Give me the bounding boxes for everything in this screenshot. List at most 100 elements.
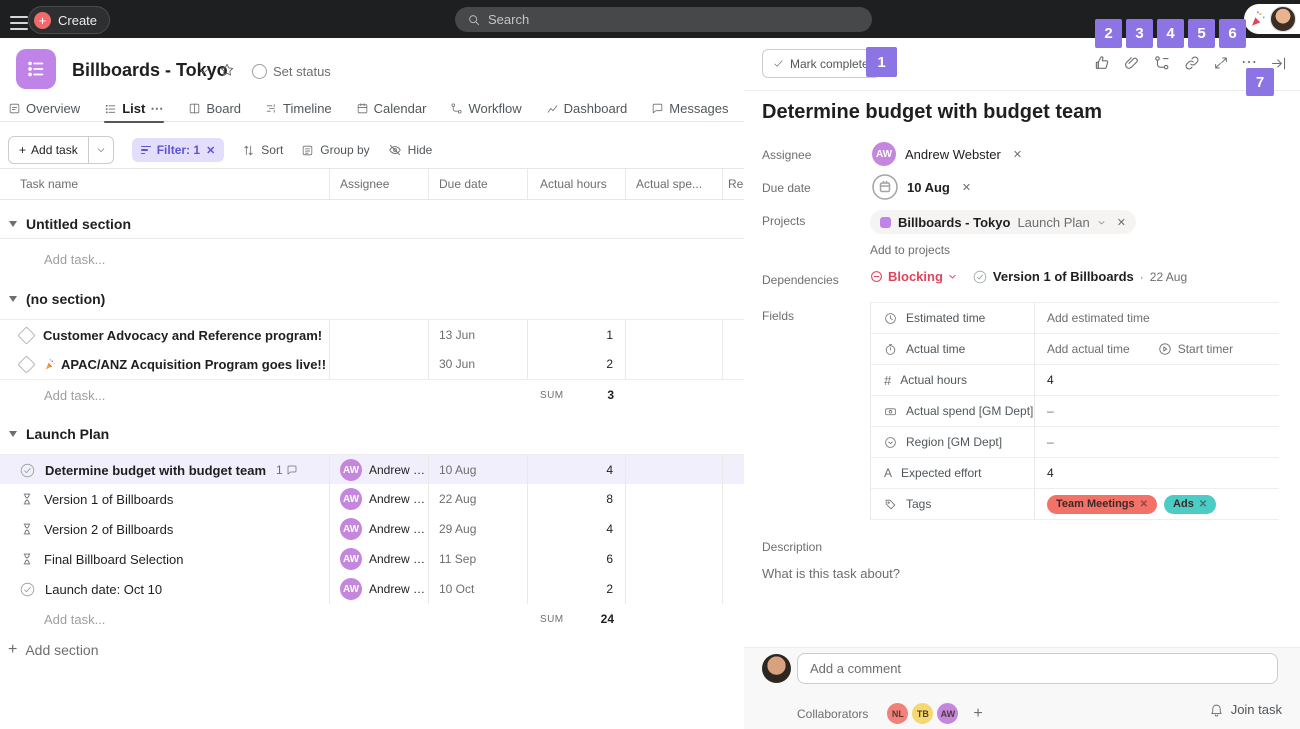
hourglass-icon[interactable] — [20, 522, 34, 536]
tab-calendar[interactable]: Calendar — [356, 96, 427, 122]
hide-button[interactable]: Hide — [388, 143, 433, 157]
due-date-cell[interactable]: 11 Sep — [429, 544, 528, 574]
add-collaborator-icon[interactable]: + — [973, 705, 982, 723]
tab-workflow[interactable]: Workflow — [450, 96, 521, 122]
remove-tag-icon[interactable]: ✕ — [1199, 499, 1207, 510]
actual-hours-cell[interactable]: 6 — [528, 544, 626, 574]
actual-hours-cell[interactable]: 1 — [528, 320, 626, 350]
task-title[interactable]: Determine budget with budget team — [762, 101, 1102, 124]
tab-overview[interactable]: Overview — [8, 96, 80, 122]
group-by-button[interactable]: Group by — [301, 143, 369, 157]
assignee-name[interactable]: Andrew We... — [369, 522, 428, 536]
tab-dashboard[interactable]: Dashboard — [546, 96, 628, 122]
blocking-dropdown[interactable]: Blocking — [870, 269, 957, 284]
section-header-launch-plan[interactable]: Launch Plan — [0, 419, 744, 449]
project-chip-name[interactable]: Billboards - Tokyo — [898, 215, 1010, 230]
section-header-untitled[interactable]: Untitled section — [0, 209, 744, 239]
due-date-cell[interactable]: 30 Jun — [429, 349, 528, 379]
task-row[interactable]: APAC/ANZ Acquisition Program goes live!!… — [0, 349, 744, 380]
actual-hours-cell[interactable]: 2 — [528, 349, 626, 379]
collaborator-avatar[interactable]: NL — [886, 702, 909, 725]
assignee-name[interactable]: Andrew We... — [369, 582, 428, 596]
user-menu[interactable] — [1244, 4, 1300, 34]
task-row-selected[interactable]: Determine budget with budget team 1 AWAn… — [0, 454, 744, 486]
task-row[interactable]: Final Billboard Selection AWAndrew We...… — [0, 544, 744, 575]
tab-more-icon[interactable]: ⋯ — [150, 101, 164, 117]
like-thumbs-up-icon[interactable] — [1093, 54, 1111, 72]
task-name[interactable]: Launch date: Oct 10 — [45, 582, 162, 597]
tab-timeline[interactable]: Timeline — [265, 96, 332, 122]
task-row[interactable]: Version 1 of Billboards AWAndrew We... 2… — [0, 484, 744, 515]
section-header-no-section[interactable]: (no section) — [0, 284, 744, 314]
column-header-assignee[interactable]: Assignee — [330, 169, 429, 199]
due-date-cell[interactable]: 10 Oct — [429, 574, 528, 604]
add-section-button[interactable]: + Add section — [8, 641, 99, 659]
task-row[interactable]: Version 2 of Billboards AWAndrew We... 2… — [0, 514, 744, 545]
set-status-button[interactable]: Set status — [252, 64, 331, 79]
field-value[interactable]: 4 — [1047, 373, 1054, 387]
mark-complete-button[interactable]: Mark complete — [762, 49, 880, 78]
star-icon[interactable] — [219, 62, 235, 78]
assignee-name[interactable]: Andrew We... — [369, 463, 428, 477]
attachment-paperclip-icon[interactable] — [1123, 54, 1141, 72]
remove-project-icon[interactable]: ✕ — [1117, 216, 1126, 229]
milestone-diamond-icon[interactable] — [17, 326, 35, 344]
task-name[interactable]: Determine budget with budget team — [45, 463, 266, 478]
project-section-select[interactable]: Launch Plan — [1017, 215, 1089, 230]
due-date-cell[interactable]: 10 Aug — [429, 455, 528, 485]
more-options-icon[interactable]: ⋯ — [1241, 58, 1258, 68]
field-row[interactable]: AExpected effort 4 — [871, 458, 1279, 489]
assignee-name[interactable]: Andrew Webster — [905, 147, 1001, 162]
assignee-name[interactable]: Andrew We... — [369, 492, 428, 506]
field-row[interactable]: Actual time Add actual time Start timer — [871, 334, 1279, 365]
add-to-projects-link[interactable]: Add to projects — [870, 243, 950, 257]
field-value[interactable]: – — [1047, 404, 1054, 418]
task-name[interactable]: Version 1 of Billboards — [44, 492, 173, 507]
column-header-actual-hours[interactable]: Actual hours — [528, 169, 626, 199]
assignee-name[interactable]: Andrew We... — [369, 552, 428, 566]
field-value[interactable]: 4 — [1047, 466, 1054, 480]
add-task-button[interactable]: +Add task — [8, 136, 114, 164]
description-input[interactable]: What is this task about? — [762, 566, 900, 581]
due-date-cell[interactable]: 29 Aug — [429, 514, 528, 544]
copy-link-icon[interactable] — [1183, 54, 1201, 72]
field-row[interactable]: Region [GM Dept] – — [871, 427, 1279, 458]
dependency-task-link[interactable]: Version 1 of Billboards · 22 Aug — [973, 269, 1187, 284]
filter-chip[interactable]: Filter: 1 ✕ — [132, 138, 225, 162]
column-header-due-date[interactable]: Due date — [429, 169, 528, 199]
field-placeholder[interactable]: Add estimated time — [1047, 311, 1150, 325]
remove-due-date-icon[interactable]: ✕ — [962, 181, 971, 194]
hamburger-menu-icon[interactable] — [10, 12, 28, 26]
add-task-sum-row[interactable]: Add task... SUM 3 — [0, 380, 744, 410]
remove-filter-icon[interactable]: ✕ — [206, 144, 215, 157]
tab-board[interactable]: Board — [188, 96, 241, 122]
due-date-cell[interactable]: 13 Jun — [429, 320, 528, 350]
actual-hours-cell[interactable]: 4 — [528, 514, 626, 544]
start-timer-button[interactable]: Start timer — [1158, 342, 1233, 356]
tab-messages[interactable]: Messages — [651, 96, 728, 122]
due-date-value[interactable]: 10 Aug ✕ — [872, 174, 971, 200]
milestone-diamond-icon[interactable] — [17, 355, 35, 373]
remove-assignee-icon[interactable]: ✕ — [1013, 148, 1022, 161]
tag-chip[interactable]: Ads✕ — [1164, 495, 1216, 514]
task-row[interactable]: Launch date: Oct 10 AWAndrew We... 10 Oc… — [0, 574, 744, 605]
field-row[interactable]: Estimated time Add estimated time — [871, 303, 1279, 334]
sort-button[interactable]: Sort — [242, 143, 283, 157]
add-task-sum-row[interactable]: Add task... SUM 24 — [0, 604, 744, 634]
actual-hours-cell[interactable]: 2 — [528, 574, 626, 604]
field-value[interactable]: – — [1047, 435, 1054, 449]
field-placeholder[interactable]: Add actual time — [1047, 342, 1130, 356]
field-row[interactable]: Actual spend [GM Dept] – — [871, 396, 1279, 427]
hourglass-icon[interactable] — [20, 492, 34, 506]
join-task-button[interactable]: Join task — [1209, 702, 1282, 717]
create-button[interactable]: + Create — [28, 6, 110, 34]
tag-chip[interactable]: Team Meetings✕ — [1047, 495, 1157, 514]
hourglass-icon[interactable] — [20, 552, 34, 566]
assignee-value[interactable]: AW Andrew Webster ✕ — [872, 142, 1022, 166]
field-row-tags[interactable]: Tags Team Meetings✕ Ads✕ — [871, 489, 1279, 520]
caret-down-icon[interactable] — [9, 296, 17, 302]
check-circle-icon[interactable] — [20, 463, 35, 478]
collaborator-avatar[interactable]: AW — [936, 702, 959, 725]
collaborator-avatar[interactable]: TB — [911, 702, 934, 725]
field-row[interactable]: #Actual hours 4 — [871, 365, 1279, 396]
